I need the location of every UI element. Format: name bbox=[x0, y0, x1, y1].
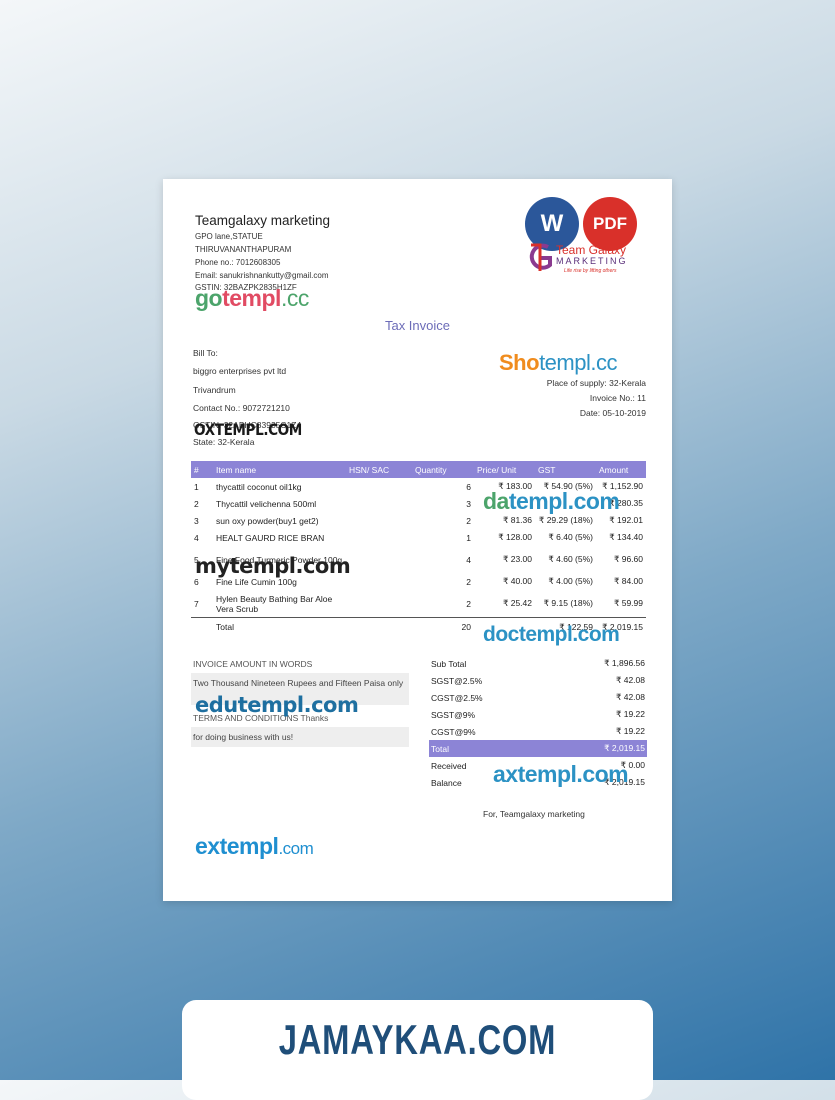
totals-value: ₹ 19.22 bbox=[615, 726, 645, 736]
invoice-date: Date: 05-10-2019 bbox=[579, 408, 646, 418]
totals-value: ₹ 42.08 bbox=[615, 692, 645, 702]
team-galaxy-logo: Team Galaxy MARKETING Life rise by lifti… bbox=[528, 241, 640, 279]
totals-value: ₹ 1,896.56 bbox=[604, 658, 645, 668]
row-qty: 2 bbox=[466, 576, 471, 587]
col-amount: Amount bbox=[596, 461, 646, 478]
total-label: Total bbox=[213, 617, 346, 636]
row-amount: ₹ 59.99 bbox=[613, 598, 643, 608]
row-amount: ₹ 134.40 bbox=[609, 532, 643, 542]
totals-row: CGST@2.5% ₹ 42.08 bbox=[429, 689, 647, 706]
row-gst: ₹ 6.40 (5%) bbox=[548, 532, 593, 542]
row-qty: 6 bbox=[466, 481, 471, 492]
totals-label: CGST@9% bbox=[431, 726, 476, 737]
totals-label: Total bbox=[429, 740, 550, 757]
gotempl-watermark: gotempl.cc bbox=[195, 285, 309, 311]
totals-row: CGST@9% ₹ 19.22 bbox=[429, 723, 647, 740]
bill-to-city: Trivandrum bbox=[193, 385, 236, 395]
totals-value: ₹ 19.22 bbox=[615, 709, 645, 719]
col-quantity: Quantity bbox=[412, 461, 474, 478]
col-item-name: Item name bbox=[213, 461, 346, 478]
bill-to-contact: Contact No.: 9072721210 bbox=[193, 403, 290, 413]
table-row: 7 Hylen Beauty Bathing Bar Aloe Vera Scr… bbox=[191, 590, 646, 618]
company-phone: Phone no.: 7012608305 bbox=[195, 258, 281, 267]
row-price: ₹ 25.42 bbox=[502, 598, 532, 608]
grand-total-row: Total ₹ 2,019.15 bbox=[429, 740, 647, 757]
row-qty: 4 bbox=[466, 554, 471, 565]
row-price: ₹ 128.00 bbox=[498, 532, 532, 542]
logo-line1: Team Galaxy bbox=[556, 243, 627, 257]
row-hsn bbox=[346, 546, 412, 573]
totals-row: SGST@2.5% ₹ 42.08 bbox=[429, 672, 647, 689]
total-qty: 20 bbox=[412, 617, 474, 636]
totals-value: ₹ 2,019.15 bbox=[549, 740, 647, 757]
signature-line: For, Teamgalaxy marketing bbox=[483, 809, 585, 819]
row-qty: 2 bbox=[466, 515, 471, 526]
row-item: sun oxy powder(buy1 get2) bbox=[216, 515, 319, 526]
extempl-watermark: extempl.com bbox=[195, 833, 314, 859]
row-number: 7 bbox=[194, 598, 199, 609]
invoice-number: Invoice No.: 11 bbox=[589, 393, 646, 403]
totals-label: SGST@2.5% bbox=[431, 675, 483, 686]
datempl-watermark: datempl.com bbox=[483, 488, 620, 514]
company-name: Teamgalaxy marketing bbox=[195, 213, 331, 228]
place-of-supply: Place of supply: 32-Kerala bbox=[546, 378, 646, 388]
row-amount: ₹ 84.00 bbox=[613, 576, 643, 586]
invoice-sheet: Teamgalaxy marketing GPO lane,STATUE THI… bbox=[163, 179, 672, 901]
row-qty: 1 bbox=[466, 532, 471, 543]
company-address-1: GPO lane,STATUE bbox=[195, 232, 263, 241]
totals-label: SGST@9% bbox=[431, 709, 476, 720]
row-hsn bbox=[346, 590, 412, 618]
galaxy-g-logo-icon bbox=[529, 243, 552, 271]
company-email: Email: sanukrishnankutty@gmail.com bbox=[195, 271, 329, 280]
row-number: 4 bbox=[194, 532, 199, 543]
col-price: Price/ Unit bbox=[474, 461, 535, 478]
row-item: thycattil coconut oil1kg bbox=[216, 481, 302, 492]
table-row: 4 HEALT GAURD RICE BRAN 1 ₹ 128.00 ₹ 6.4… bbox=[191, 529, 646, 546]
doctempl-watermark: doctempl.com bbox=[483, 623, 620, 646]
shotempl-watermark: Shotempl.cc bbox=[499, 350, 617, 375]
items-header-row: # Item name HSN/ SAC Quantity Price/ Uni… bbox=[191, 461, 646, 478]
col-hsn: HSN/ SAC bbox=[346, 461, 412, 478]
totals-row: Sub Total ₹ 1,896.56 bbox=[429, 655, 647, 672]
company-address-2: THIRUVANANTHAPURAM bbox=[195, 245, 292, 254]
totals-row: SGST@9% ₹ 19.22 bbox=[429, 706, 647, 723]
row-gst: ₹ 4.60 (5%) bbox=[548, 554, 593, 564]
row-hsn bbox=[346, 573, 412, 590]
col-gst: GST bbox=[535, 461, 596, 478]
row-hsn bbox=[346, 478, 412, 495]
amount-in-words-heading: INVOICE AMOUNT IN WORDS bbox=[193, 659, 313, 669]
row-hsn bbox=[346, 495, 412, 512]
row-hsn bbox=[346, 529, 412, 546]
totals-label: CGST@2.5% bbox=[431, 692, 483, 703]
totals-label: Sub Total bbox=[431, 658, 467, 669]
mytempl-watermark: mytempl.com bbox=[195, 554, 351, 578]
totals-value: ₹ 42.08 bbox=[615, 675, 645, 685]
invoice-title: Tax Invoice bbox=[384, 318, 451, 333]
row-price: ₹ 23.00 bbox=[502, 554, 532, 564]
row-qty: 2 bbox=[466, 598, 471, 609]
col-number: # bbox=[191, 461, 213, 478]
row-qty: 3 bbox=[466, 498, 471, 509]
row-item: HEALT GAURD RICE BRAN bbox=[216, 532, 325, 543]
oxtempl-watermark: OXTEMPL.COM bbox=[194, 420, 302, 439]
logo-tagline: Life rise by lifting others bbox=[564, 268, 617, 274]
row-number: 2 bbox=[194, 498, 199, 509]
logo-line2: MARKETING bbox=[556, 256, 628, 266]
row-number: 3 bbox=[194, 515, 199, 526]
row-gst: ₹ 9.15 (18%) bbox=[543, 598, 593, 608]
bill-to-name: biggro enterprises pvt ltd bbox=[193, 366, 287, 376]
edutempl-watermark: edutempl.com bbox=[195, 693, 359, 717]
footer-site-name[interactable]: JAMAYKAA.COM bbox=[234, 1016, 601, 1064]
row-price: ₹ 40.00 bbox=[502, 576, 532, 586]
footer-banner: JAMAYKAA.COM bbox=[182, 1000, 653, 1100]
terms-text: for doing business with us! bbox=[191, 727, 409, 747]
row-item: Thycattil velichenna 500ml bbox=[216, 498, 317, 509]
row-item: Hylen Beauty Bathing Bar Aloe Vera Scrub bbox=[216, 593, 333, 614]
row-hsn bbox=[346, 512, 412, 529]
row-gst: ₹ 4.00 (5%) bbox=[548, 576, 593, 586]
bill-to-label: Bill To: bbox=[193, 348, 218, 358]
axtempl-watermark: axtempl.com bbox=[493, 761, 629, 787]
row-amount: ₹ 96.60 bbox=[613, 554, 643, 564]
row-number: 1 bbox=[194, 481, 199, 492]
